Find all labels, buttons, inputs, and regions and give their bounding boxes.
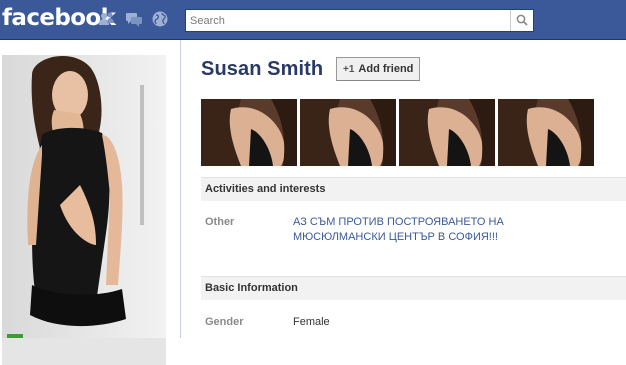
photo-thumbnail[interactable]	[201, 99, 297, 166]
photo-thumbnail[interactable]	[498, 99, 594, 166]
section-title: Basic Information	[205, 282, 298, 294]
add-friend-button[interactable]: +1 Add friend	[336, 57, 421, 81]
online-indicator	[7, 334, 23, 338]
friend-requests-icon[interactable]	[98, 10, 116, 28]
search-icon	[516, 14, 528, 26]
field-value-other[interactable]: АЗ СЪМ ПРОТИВ ПОСТРОЯВАНЕТО НА МЮСЮЛМАНС…	[293, 215, 593, 245]
messages-icon[interactable]	[125, 10, 143, 28]
column-divider	[180, 40, 181, 338]
section-title: Activities and interests	[205, 183, 326, 195]
photo-thumbnail[interactable]	[399, 99, 495, 166]
activities-section-header: Activities and interests	[201, 177, 626, 201]
notifications-globe-icon[interactable]	[151, 10, 169, 28]
field-label-other: Other	[205, 216, 235, 228]
search-input[interactable]	[190, 11, 500, 31]
add-friend-label: Add friend	[358, 63, 414, 75]
profile-name: Susan Smith	[201, 58, 324, 80]
search-box[interactable]	[185, 9, 534, 32]
field-label-gender: Gender	[205, 316, 244, 328]
field-value-gender: Female	[293, 316, 330, 328]
photo-thumbnail[interactable]	[300, 99, 396, 166]
add-friend-icon: +1	[343, 63, 355, 75]
top-bar: facebook	[0, 0, 626, 40]
basic-info-section-header: Basic Information	[201, 276, 626, 300]
profile-picture[interactable]	[2, 55, 166, 365]
search-button[interactable]	[510, 10, 533, 31]
